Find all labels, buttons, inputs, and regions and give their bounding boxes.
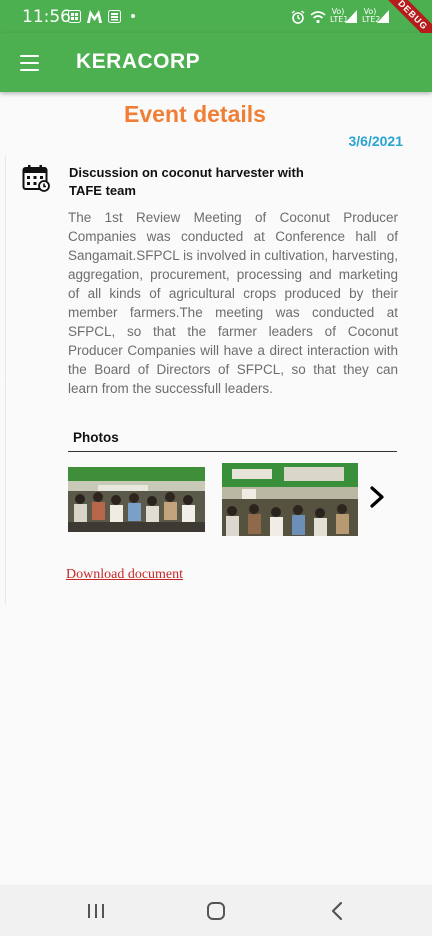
signal1-label: Vo) LTE1 [330, 7, 349, 24]
timeline-divider [5, 155, 6, 605]
wifi-icon [310, 11, 326, 24]
event-description: The 1st Review Meeting of Coconut Produc… [68, 210, 398, 396]
home-icon[interactable] [203, 898, 229, 924]
notification-dot [131, 14, 135, 18]
app-title: KERACORP [76, 50, 201, 73]
event-title: Discussion on coconut harvester with TAF… [69, 165, 304, 198]
recents-icon[interactable] [83, 898, 109, 924]
calendar-icon [22, 165, 50, 192]
event-photo-1[interactable] [68, 467, 205, 532]
grid-notification-icon [108, 10, 121, 23]
system-navigation-bar [0, 885, 432, 936]
status-time: 11:56 [22, 7, 71, 27]
event-photo-2[interactable] [222, 463, 358, 536]
event-date: 3/6/2021 [348, 133, 404, 149]
app-m-notification-icon [87, 10, 102, 23]
app-bar: KERACORP [0, 33, 432, 92]
chevron-right-icon[interactable] [366, 484, 388, 510]
hamburger-menu-icon[interactable] [15, 48, 45, 78]
signal2-label: Vo) LTE2 [362, 7, 381, 24]
download-document-link[interactable]: Download document [66, 567, 183, 583]
gallery-notification-icon [68, 10, 81, 23]
photos-divider [68, 451, 397, 452]
status-bar: 11:56 Vo) LTE1 Vo) LTE2 DEBUG [0, 0, 432, 51]
signal-bars-2-icon [377, 10, 389, 23]
back-icon[interactable] [325, 898, 351, 924]
signal-bars-1-icon [345, 10, 357, 23]
alarm-icon [291, 10, 305, 24]
photos-label: Photos [73, 430, 119, 445]
page-title: Event details [124, 101, 266, 127]
